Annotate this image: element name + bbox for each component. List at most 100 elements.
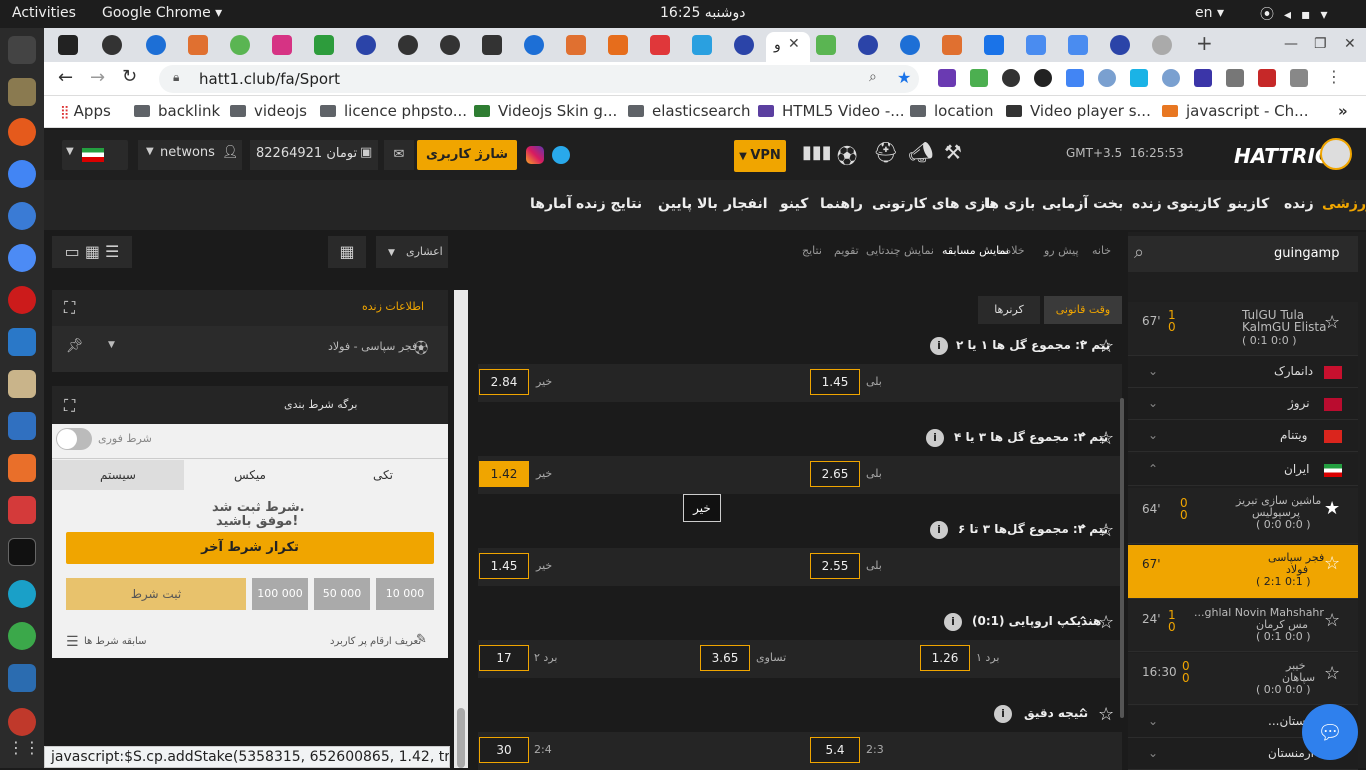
- match-row[interactable]: خیبر سپاهان ( 0:0 0:0 ) 16:30 0 0 ☆: [1128, 653, 1358, 705]
- nav-live[interactable]: زنده: [1284, 196, 1314, 212]
- pin-icon[interactable]: 📌︎: [66, 338, 84, 354]
- activities-button[interactable]: Activities: [12, 5, 76, 21]
- more-bookmarks-icon[interactable]: »: [1338, 102, 1348, 120]
- nav-cartoon-games[interactable]: بازی های کارتونی: [872, 196, 996, 212]
- odd-button[interactable]: 2.65: [810, 461, 860, 487]
- extension-icon[interactable]: [1290, 69, 1308, 87]
- country-row[interactable]: ⌄ دانمارک: [1128, 356, 1358, 388]
- nav-live-casino[interactable]: کازینوی زنده: [1132, 196, 1221, 212]
- favorite-star-icon[interactable]: ★: [1324, 498, 1340, 519]
- tab-favicon[interactable]: [398, 35, 418, 55]
- match-row[interactable]: ماشین سازی تبریز پرسپولیس ( 0:0 0:0 ) 64…: [1128, 488, 1358, 544]
- info-icon[interactable]: i: [994, 705, 1012, 723]
- tab-mix[interactable]: میکس: [184, 460, 316, 490]
- odd-button[interactable]: 1.45: [810, 369, 860, 395]
- extension-icon[interactable]: [938, 69, 956, 87]
- tab-favicon[interactable]: [314, 35, 334, 55]
- tab-favicon[interactable]: [146, 35, 166, 55]
- chevron-down-icon[interactable]: ▼: [108, 340, 115, 350]
- instant-bet-toggle[interactable]: [56, 428, 92, 450]
- user-menu[interactable]: ▼ netwons 👤︎: [138, 140, 242, 170]
- settings-icon[interactable]: [8, 496, 36, 524]
- minimize-icon[interactable]: —: [1284, 36, 1298, 52]
- favorite-star-icon[interactable]: ☆: [1324, 663, 1340, 684]
- app-grid-icon[interactable]: ⋮⋮: [8, 738, 40, 766]
- extension-icon[interactable]: [1226, 69, 1244, 87]
- favorite-star-icon[interactable]: ☆: [1324, 312, 1340, 333]
- extension-icon[interactable]: [1258, 69, 1276, 87]
- odd-button-selected[interactable]: 1.42: [479, 461, 529, 487]
- odds-format-select[interactable]: ▼ اعشاری: [376, 236, 448, 268]
- bookmark-item[interactable]: javascript - Ch...: [1162, 102, 1308, 120]
- tab-favicon[interactable]: [734, 35, 754, 55]
- tab-favicon[interactable]: [608, 35, 628, 55]
- files-icon[interactable]: [8, 78, 36, 106]
- system-clock[interactable]: دوشنبه 16:25: [660, 5, 746, 21]
- country-row[interactable]: ⌃ ایران: [1128, 454, 1358, 486]
- forward-icon[interactable]: →: [90, 67, 105, 88]
- support-icon[interactable]: ⛑︎: [873, 140, 898, 164]
- language-selector[interactable]: ▼: [62, 140, 128, 170]
- extension-icon[interactable]: [1098, 69, 1116, 87]
- network-icon[interactable]: [8, 622, 36, 650]
- nav-lottery[interactable]: بخت آزمایی: [1042, 196, 1123, 212]
- market-header[interactable]: ☆ ⌃ تیم ۲: مجموع گل‌ها ۳ تا ۶ i: [478, 516, 1122, 546]
- tab-favicon[interactable]: [816, 35, 836, 55]
- odd-button[interactable]: 1.26: [920, 645, 970, 671]
- tab-favicon[interactable]: [272, 35, 292, 55]
- search-input[interactable]: guingamp: [1274, 246, 1339, 261]
- tab-favicon[interactable]: [1026, 35, 1046, 55]
- nav-casino[interactable]: کازینو: [1228, 196, 1269, 212]
- app-menu[interactable]: Google Chrome ▾: [102, 5, 222, 21]
- opera-icon[interactable]: [8, 286, 36, 314]
- tab-favicon[interactable]: [1152, 35, 1172, 55]
- megaphone-icon[interactable]: 📣︎: [908, 140, 933, 164]
- app-icon[interactable]: [8, 580, 36, 608]
- search-box[interactable]: ⌕ guingamp: [1128, 236, 1358, 272]
- stake-preset-button[interactable]: 50 000: [314, 578, 370, 610]
- ball-icon[interactable]: ⚽︎: [837, 140, 857, 169]
- odd-button[interactable]: 5.4: [810, 737, 860, 763]
- tab-favicon[interactable]: [692, 35, 712, 55]
- search-icon[interactable]: ⌕: [1134, 242, 1144, 263]
- bookmark-star-icon[interactable]: ★: [897, 68, 911, 87]
- bookmark-item[interactable]: HTML5 Video -...: [758, 102, 905, 120]
- market-header[interactable]: ☆ ⌃ نتیجه دقیق i: [478, 700, 1122, 730]
- maximize-icon[interactable]: ❐: [1314, 36, 1327, 52]
- layout-switch-icon[interactable]: ▭ ▦ ☰: [52, 236, 132, 268]
- extension-icon[interactable]: [1162, 69, 1180, 87]
- close-window-icon[interactable]: ✕: [1344, 36, 1356, 52]
- bookmark-item[interactable]: ⣿ Apps: [60, 102, 111, 120]
- extension-icon[interactable]: [1066, 69, 1084, 87]
- nav-stats[interactable]: آمارها: [530, 196, 572, 212]
- monitor-icon[interactable]: [8, 36, 36, 64]
- zoom-icon[interactable]: ⌕: [869, 69, 877, 85]
- tab-regular-time[interactable]: وقت قانونی: [1044, 296, 1122, 324]
- tab-favicon[interactable]: [858, 35, 878, 55]
- bookmark-item[interactable]: licence phpsto...: [320, 102, 467, 120]
- scrollbar-thumb[interactable]: [457, 708, 465, 768]
- extension-icon[interactable]: [970, 69, 988, 87]
- new-tab-icon[interactable]: +: [1196, 31, 1213, 55]
- archive-icon[interactable]: [8, 370, 36, 398]
- tab-favicon[interactable]: [58, 35, 78, 55]
- extension-icons[interactable]: ⋮: [934, 67, 1354, 89]
- info-icon[interactable]: i: [930, 521, 948, 539]
- info-icon[interactable]: i: [944, 613, 962, 631]
- balance-box[interactable]: 82264921 تومان ▣: [250, 140, 378, 170]
- charge-account-button[interactable]: شارژ کاربری: [417, 140, 517, 170]
- trash-icon[interactable]: [8, 708, 36, 736]
- tab-favicon[interactable]: [650, 35, 670, 55]
- telegram-icon[interactable]: [552, 146, 570, 164]
- info-icon[interactable]: i: [926, 429, 944, 447]
- crumb-home[interactable]: خانه: [1092, 244, 1111, 257]
- match-row[interactable]: ...ghlal Novin Mahshahr مس کرمان ( 0:1 0…: [1128, 600, 1358, 652]
- tab-system[interactable]: سیستم: [52, 460, 184, 490]
- bookmark-item[interactable]: videojs: [230, 102, 307, 120]
- tab-favicon[interactable]: [1110, 35, 1130, 55]
- crumb-multi-view[interactable]: نمایش چندتایی: [866, 244, 934, 257]
- vpn-button[interactable]: ▼ VPN: [734, 140, 786, 172]
- extension-icon[interactable]: [1194, 69, 1212, 87]
- tab-favicon[interactable]: [440, 35, 460, 55]
- nav-live-results[interactable]: نتایج زنده: [576, 196, 642, 212]
